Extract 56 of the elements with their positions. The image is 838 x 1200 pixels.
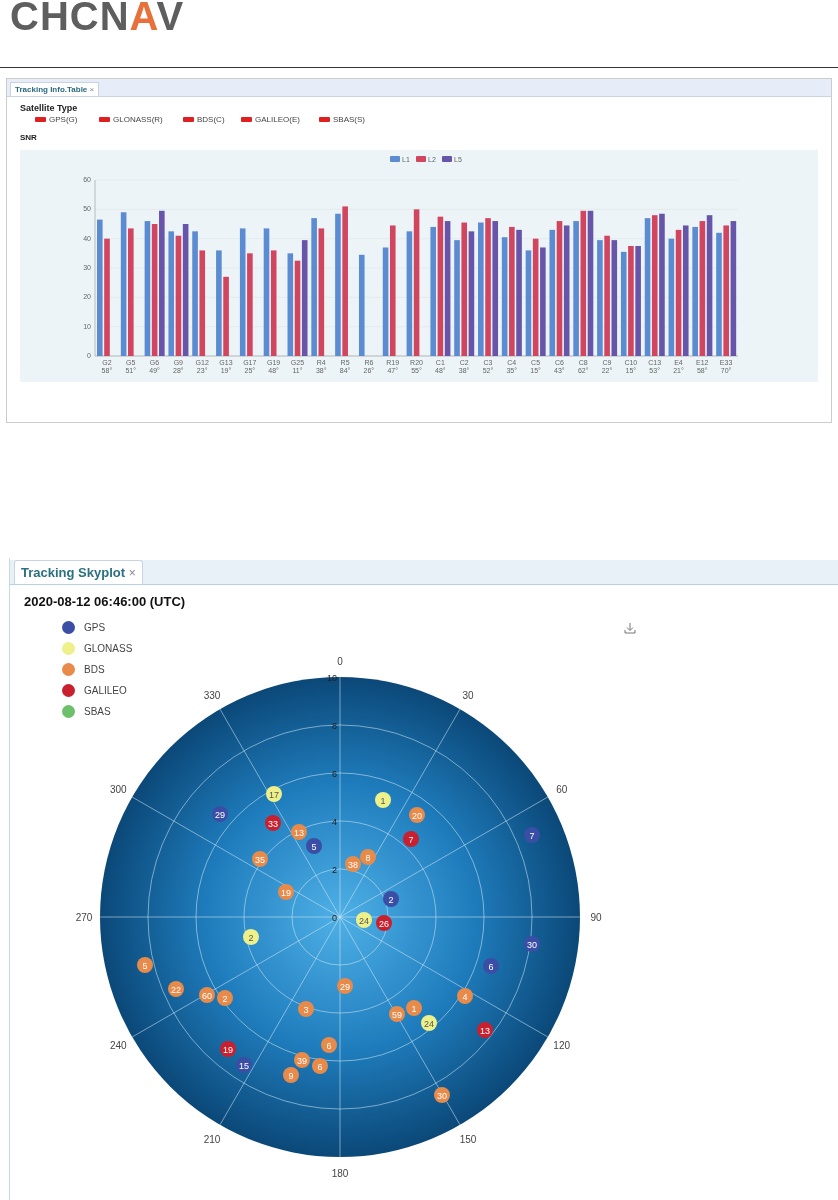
section-title: SNR	[20, 133, 38, 142]
legend-label: GALILEO(E)	[255, 115, 300, 124]
satellite-marker[interactable]: 15	[236, 1057, 252, 1073]
satellite-marker[interactable]: 2	[243, 929, 259, 945]
elevation-label: 2	[332, 865, 337, 875]
azimuth-label: 90	[590, 912, 602, 923]
section-title: Satellite Type	[20, 103, 79, 113]
satellite-marker[interactable]: 26	[376, 915, 392, 931]
satellite-marker[interactable]: 30	[524, 936, 540, 952]
azimuth-label: 150	[459, 1133, 477, 1145]
satellite-marker[interactable]: 19	[220, 1041, 236, 1057]
legend-label: GPS(G)	[49, 115, 78, 124]
download-icon[interactable]	[624, 623, 636, 634]
legend-swatch	[241, 117, 252, 122]
satellite-marker[interactable]: 24	[356, 912, 372, 928]
timestamp: 2020-08-12 06:46:00 (UTC)	[24, 594, 187, 609]
legend-label: GLONASS(R)	[113, 115, 163, 124]
satellite-marker[interactable]: 24	[421, 1015, 437, 1031]
azimuth-label: 0	[337, 656, 343, 667]
legend-swatch	[183, 117, 194, 122]
elevation-label: 0	[332, 913, 337, 923]
azimuth-label: 330	[203, 690, 221, 702]
legend-label: GPS	[84, 621, 106, 633]
legend-swatch	[319, 117, 330, 122]
satellite-marker[interactable]: 6	[483, 958, 499, 974]
satellite-marker[interactable]: 13	[477, 1022, 493, 1038]
satellite-marker[interactable]: 2	[383, 891, 399, 907]
elevation-label: 6	[332, 769, 337, 779]
legend-label: BDS	[84, 663, 105, 675]
legend-label: SBAS	[84, 705, 111, 717]
legend-swatch	[99, 117, 110, 122]
elevation-label: 4	[332, 817, 337, 827]
azimuth-label: 270	[75, 912, 93, 923]
tab[interactable]: Tracking Info.Table ×	[10, 82, 100, 96]
legend-label: BDS(C)	[197, 115, 225, 124]
satellite-marker[interactable]: 7	[403, 831, 419, 847]
satellite-marker[interactable]: 5	[306, 838, 322, 854]
legend-swatch	[35, 117, 46, 122]
azimuth-label: 30	[462, 690, 474, 702]
azimuth-label: 120	[553, 1040, 571, 1051]
logo: CHCNAV	[10, 0, 185, 34]
azimuth-label: 210	[203, 1133, 221, 1145]
legend-label: GLONASS	[84, 642, 133, 654]
azimuth-label: 60	[556, 784, 568, 795]
tab[interactable]: Tracking Skyplot ×	[14, 560, 143, 584]
satellite-marker[interactable]: 33	[265, 815, 281, 831]
legend-label: SBAS(S)	[333, 115, 365, 124]
satellite-marker[interactable]: 29	[212, 806, 228, 822]
elevation-label: 8	[332, 721, 337, 731]
satellite-marker[interactable]: 1	[375, 792, 391, 808]
satellite-marker[interactable]: 7	[524, 827, 540, 843]
azimuth-label: 300	[109, 784, 127, 795]
legend-label: GALILEO	[84, 684, 127, 696]
satellite-marker[interactable]: 17	[266, 786, 282, 802]
azimuth-label: 240	[109, 1040, 127, 1051]
azimuth-label: 180	[331, 1168, 349, 1179]
